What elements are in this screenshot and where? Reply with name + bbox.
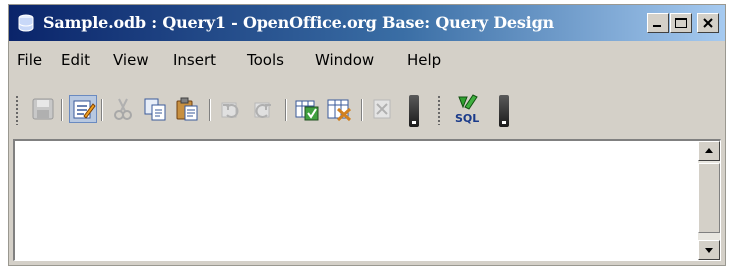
toolbar-separator [101,99,103,121]
menu-view[interactable]: View [113,51,149,69]
undo-icon[interactable] [217,95,245,123]
query-design-window: Sample.odb : Query1 - OpenOffice.org Bas… [8,4,726,266]
title-bar[interactable]: Sample.odb : Query1 - OpenOffice.org Bas… [9,5,725,41]
openoffice-base-icon[interactable] [16,13,36,33]
menu-edit[interactable]: Edit [61,51,90,69]
menu-help[interactable]: Help [407,51,441,69]
close-button[interactable] [697,13,719,33]
toolbar-separator [209,99,211,121]
sql-editor[interactable] [13,139,721,261]
toolbar-overflow-dropdown[interactable] [499,95,509,127]
toolbar-grip[interactable] [437,95,441,125]
minimize-button[interactable] [647,13,669,33]
run-query-icon[interactable] [293,95,321,123]
sql-label: SQL [455,112,479,125]
vertical-scrollbar[interactable] [698,141,720,260]
menu-window[interactable]: Window [315,51,374,69]
scroll-up-button[interactable] [698,141,720,161]
menu-file[interactable]: File [17,51,42,69]
menu-insert[interactable]: Insert [173,51,216,69]
toolbar-separator [61,99,63,121]
paste-icon[interactable] [173,95,201,123]
edit-mode-icon[interactable] [69,95,97,123]
toolbar-separator [285,99,287,121]
maximize-button[interactable] [670,13,692,33]
toolbar-separator [361,99,363,121]
clear-query-icon[interactable] [325,95,353,123]
window-title: Sample.odb : Query1 - OpenOffice.org Bas… [43,13,554,32]
toolbar-overflow-dropdown[interactable] [409,95,419,127]
delete-icon[interactable] [369,95,397,123]
toolbar-grip[interactable] [15,95,19,125]
sql-icon[interactable]: SQL [453,93,489,125]
save-icon[interactable] [29,95,57,123]
cut-icon[interactable] [109,95,137,123]
menu-bar: File Edit View Insert Tools Window Help [9,45,725,75]
copy-icon[interactable] [141,95,169,123]
standard-toolbar: SQL [9,81,725,133]
scroll-thumb[interactable] [698,163,720,233]
menu-tools[interactable]: Tools [247,51,284,69]
scroll-down-button[interactable] [698,240,720,260]
redo-icon[interactable] [249,95,277,123]
